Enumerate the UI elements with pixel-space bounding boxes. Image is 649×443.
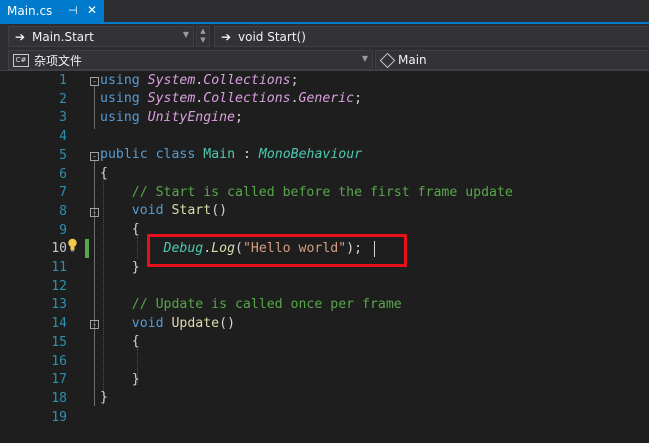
line-number: 3: [59, 110, 67, 126]
chevron-down-icon: ▼: [361, 54, 368, 63]
code-line-1: using System.Collections;: [100, 72, 299, 88]
context-dropdown[interactable]: Main: [375, 50, 649, 70]
document-tab-bar: Main.cs ⊣ ✕: [0, 0, 649, 24]
code-line-3: using UnityEngine;: [100, 109, 243, 125]
code-line-14: void Update(): [131, 315, 236, 331]
chevron-down-icon: ▼: [182, 30, 189, 39]
lightbulb-icon[interactable]: [67, 238, 78, 252]
line-number-active: 10: [51, 241, 67, 257]
tab-title: Main.cs: [7, 4, 53, 18]
line-number: 5: [59, 147, 67, 163]
code-line-6: {: [100, 166, 108, 181]
outline-line: [94, 161, 95, 406]
change-indicator: [85, 239, 89, 258]
code-line-15: {: [131, 334, 140, 350]
line-number: 13: [51, 297, 67, 313]
code-line-11: }: [131, 259, 140, 275]
code-line-2: using System.Collections.Generic;: [100, 91, 363, 107]
line-number: 14: [51, 316, 67, 332]
pin-icon[interactable]: ⊣: [68, 4, 78, 17]
line-number: 9: [59, 222, 67, 238]
code-line-9: {: [131, 222, 140, 238]
code-line-7: // Start is called before the first fram…: [131, 184, 513, 200]
code-line-17: }: [131, 371, 140, 387]
line-number-gutter: 1 2 3 4 5 6 7 8 9 10 11 12 13 14 15 16 1…: [0, 71, 67, 443]
line-number: 15: [51, 334, 67, 350]
arrow-right-icon: ➔: [14, 29, 26, 44]
code-editor[interactable]: 1 2 3 4 5 6 7 8 9 10 11 12 13 14 15 16 1…: [0, 71, 649, 443]
split-spinner[interactable]: ▲ ▼: [196, 26, 210, 47]
line-number: 6: [59, 166, 67, 182]
context-bar: C# 杂项文件 ▼ Main: [0, 49, 649, 71]
csharp-file-icon: C#: [13, 53, 29, 67]
close-icon[interactable]: ✕: [87, 3, 97, 17]
line-number: 11: [51, 260, 67, 275]
collapse-class-icon[interactable]: -: [90, 152, 99, 161]
collapse-start-icon[interactable]: -: [90, 208, 99, 217]
line-number: 19: [51, 409, 67, 425]
line-number: 2: [59, 91, 67, 107]
line-number: 18: [51, 390, 67, 406]
member-dropdown[interactable]: ➔ void Start(): [214, 26, 649, 47]
line-number: 16: [51, 353, 67, 369]
line-number: 4: [59, 129, 67, 145]
code-line-5: public class Main : MonoBehaviour: [100, 147, 363, 163]
collapse-using-icon[interactable]: -: [90, 77, 99, 86]
context-dropdown-value: Main: [398, 53, 427, 67]
member-dropdown-value: void Start(): [238, 29, 306, 44]
line-number: 7: [59, 185, 67, 201]
outline-line: [94, 86, 95, 129]
class-dropdown[interactable]: ➔ Main.Start ▼: [8, 26, 194, 47]
class-icon: [379, 52, 396, 68]
code-line-8: void Start(): [131, 203, 228, 219]
annotation-highlight-box: [147, 234, 407, 267]
navigation-bar: ➔ Main.Start ▼ ▲ ▼ ➔ void Start(): [0, 24, 649, 49]
project-dropdown[interactable]: C# 杂项文件 ▼: [8, 50, 373, 70]
project-dropdown-value: 杂项文件: [34, 53, 83, 68]
arrow-right-icon: ➔: [220, 29, 232, 44]
line-number: 1: [59, 73, 67, 88]
text-cursor: [374, 241, 375, 257]
line-number: 8: [59, 203, 67, 219]
class-dropdown-value: Main.Start: [32, 29, 94, 44]
line-number: 17: [51, 372, 67, 388]
tab-main-cs[interactable]: Main.cs ⊣ ✕: [0, 0, 104, 22]
code-line-13: // Update is called once per frame: [131, 296, 402, 312]
collapse-update-icon[interactable]: -: [90, 320, 99, 329]
code-line-18: }: [100, 390, 108, 406]
line-number: 12: [51, 278, 67, 294]
